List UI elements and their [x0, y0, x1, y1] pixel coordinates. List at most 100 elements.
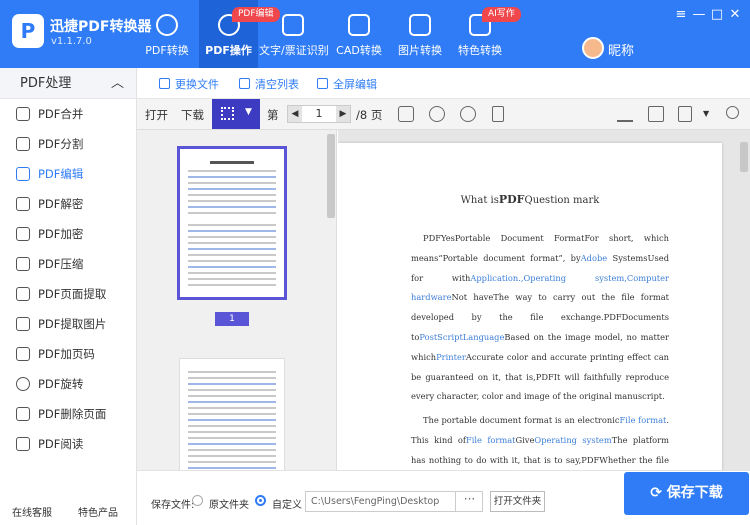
sidebar-item-page-extract[interactable]: PDF页面提取 — [0, 279, 136, 309]
tab-label: 图片转换 — [398, 44, 442, 57]
sidebar-item-label: PDF压缩 — [38, 257, 84, 271]
highlight-pen-icon[interactable] — [617, 106, 633, 122]
refresh-icon: ⟳ — [650, 485, 667, 501]
sidebar-item-delete-page[interactable]: PDF删除页面 — [0, 399, 136, 429]
sidebar-item-compress[interactable]: PDF压缩 — [0, 249, 136, 279]
document-text: Give — [515, 434, 535, 445]
minimize-icon[interactable]: — — [692, 8, 706, 22]
zoom-in-icon[interactable] — [460, 106, 476, 122]
maximize-icon[interactable]: □ — [710, 8, 724, 22]
title-post: Question mark — [524, 195, 600, 206]
viewer-toolbar: 打开 下载 ▼ 第 ◀ 1 ▶ /8 页 ▼ — [137, 99, 750, 130]
open-folder-button[interactable]: 打开文件夹 — [490, 491, 545, 512]
document-link[interactable]: Adobe — [581, 253, 608, 263]
page-number-input[interactable]: 1 — [302, 106, 336, 122]
sidebar-footer: 在线客服 特色产品 — [0, 495, 136, 525]
document-scrollbar[interactable] — [740, 142, 748, 172]
sidebar-item-label: PDF加页码 — [38, 347, 95, 361]
sidebar-item-merge[interactable]: PDF合并 — [0, 99, 136, 129]
sidebar-item-label: PDF加密 — [38, 227, 84, 241]
sidebar-item-read[interactable]: PDF阅读 — [0, 429, 136, 459]
tab-cad-convert[interactable]: CAD转换 — [330, 0, 388, 68]
sidebar: PDF处理 ︿ PDF合并 PDF分割 PDF编辑 PDF解密 PDF加密 PD… — [0, 68, 137, 525]
chevron-down-icon[interactable]: ▼ — [703, 109, 709, 118]
thumbnail-scrollbar[interactable] — [327, 134, 335, 218]
document-link[interactable]: File format — [466, 435, 516, 445]
document-link[interactable]: Printer — [436, 352, 466, 362]
fullscreen-edit-button[interactable]: 全屏编辑 — [317, 76, 377, 92]
avatar[interactable] — [582, 37, 604, 59]
ocr-icon — [282, 14, 304, 36]
shield-icon — [16, 227, 30, 241]
previous-page-icon[interactable]: ◀ — [288, 106, 302, 122]
featured-products-link[interactable]: 特色产品 — [78, 504, 118, 519]
next-page-icon[interactable]: ▶ — [336, 106, 350, 122]
tab-ocr[interactable]: 文字/票证识别 — [259, 0, 329, 68]
online-service-link[interactable]: 在线客服 — [12, 504, 52, 519]
replace-file-button[interactable]: 更换文件 — [159, 76, 219, 92]
app-logo-icon: P — [12, 14, 44, 48]
sidebar-item-label: PDF删除页面 — [38, 407, 107, 421]
zoom-out-icon[interactable] — [429, 106, 445, 122]
tab-image-convert[interactable]: 图片转换 — [392, 0, 448, 68]
replace-file-icon — [159, 78, 170, 89]
sidebar-header[interactable]: PDF处理 ︿ — [0, 68, 136, 99]
sidebar-item-edit[interactable]: PDF编辑 — [0, 159, 136, 189]
document-link[interactable]: PostScriptLanguage — [419, 332, 504, 342]
sidebar-item-encrypt[interactable]: PDF加密 — [0, 219, 136, 249]
sidebar-item-extract-images[interactable]: PDF提取图片 — [0, 309, 136, 339]
edit-icon — [16, 167, 30, 181]
document-page: What isPDFQuestion mark PDFYesPortable D… — [338, 143, 722, 470]
save-to-label: 保存文件: — [151, 500, 195, 511]
document-link[interactable]: Operating system — [534, 435, 611, 445]
sidebar-header-label: PDF处理 — [20, 76, 72, 91]
close-icon[interactable]: ✕ — [728, 8, 742, 22]
sidebar-item-split[interactable]: PDF分割 — [0, 129, 136, 159]
copy-icon[interactable] — [678, 106, 692, 122]
document-link[interactable]: File format — [620, 415, 667, 425]
chevron-down-icon: ▼ — [245, 107, 252, 117]
print-icon[interactable] — [648, 106, 664, 122]
thumbnail-view-button[interactable]: ▼ — [212, 99, 260, 129]
custom-folder-radio[interactable] — [255, 495, 266, 506]
tab-label: 特色转换 — [458, 44, 502, 57]
username[interactable]: 昵称 — [608, 40, 634, 59]
source-folder-radio[interactable] — [192, 495, 203, 506]
sidebar-item-page-number[interactable]: PDF加页码 — [0, 339, 136, 369]
fit-page-icon[interactable] — [492, 106, 504, 122]
save-path-value: C:\Users\FengPing\Desktop — [311, 496, 440, 507]
compress-icon — [16, 257, 30, 271]
sidebar-item-label: PDF合并 — [38, 107, 84, 121]
browse-button[interactable]: ··· — [455, 491, 483, 512]
sidebar-item-label: PDF编辑 — [38, 167, 84, 181]
page-number-badge: 1 — [215, 312, 249, 326]
search-icon[interactable] — [726, 106, 739, 119]
hand-tool-icon[interactable] — [398, 106, 414, 122]
replace-file-label: 更换文件 — [175, 78, 219, 91]
download-button[interactable]: 下载 — [181, 107, 204, 123]
page-navigator: ◀ 1 ▶ — [287, 105, 351, 123]
save-download-label: 保存下载 — [666, 485, 723, 501]
document-title: What isPDFQuestion mark — [338, 193, 722, 206]
tab-label: PDF操作 — [205, 44, 252, 57]
chevron-up-icon: ︿ — [110, 76, 124, 91]
clear-list-label: 清空列表 — [255, 78, 299, 91]
page-thumbnail[interactable] — [179, 358, 285, 470]
tab-pdf-convert[interactable]: PDF转换 — [134, 0, 200, 68]
page-total: /8 页 — [356, 108, 383, 122]
unlock-icon — [16, 197, 30, 211]
document-paragraph: PDFYesPortable Document FormatFor short,… — [411, 229, 669, 407]
book-icon — [16, 437, 30, 451]
sidebar-item-rotate[interactable]: PDF旋转 — [0, 369, 136, 399]
delete-page-icon — [16, 407, 30, 421]
page-thumbnail[interactable] — [177, 146, 287, 300]
menu-icon[interactable]: ≡ — [674, 8, 688, 22]
tab-label: 文字/票证识别 — [259, 44, 329, 57]
open-button[interactable]: 打开 — [145, 107, 168, 123]
source-folder-label[interactable]: 原文件夹 — [209, 496, 249, 511]
tab-label: PDF转换 — [145, 44, 189, 57]
custom-folder-label[interactable]: 自定义 — [272, 496, 302, 511]
save-download-button[interactable]: ⟳ 保存下载 — [624, 472, 749, 515]
clear-list-button[interactable]: 清空列表 — [239, 76, 299, 92]
sidebar-item-decrypt[interactable]: PDF解密 — [0, 189, 136, 219]
